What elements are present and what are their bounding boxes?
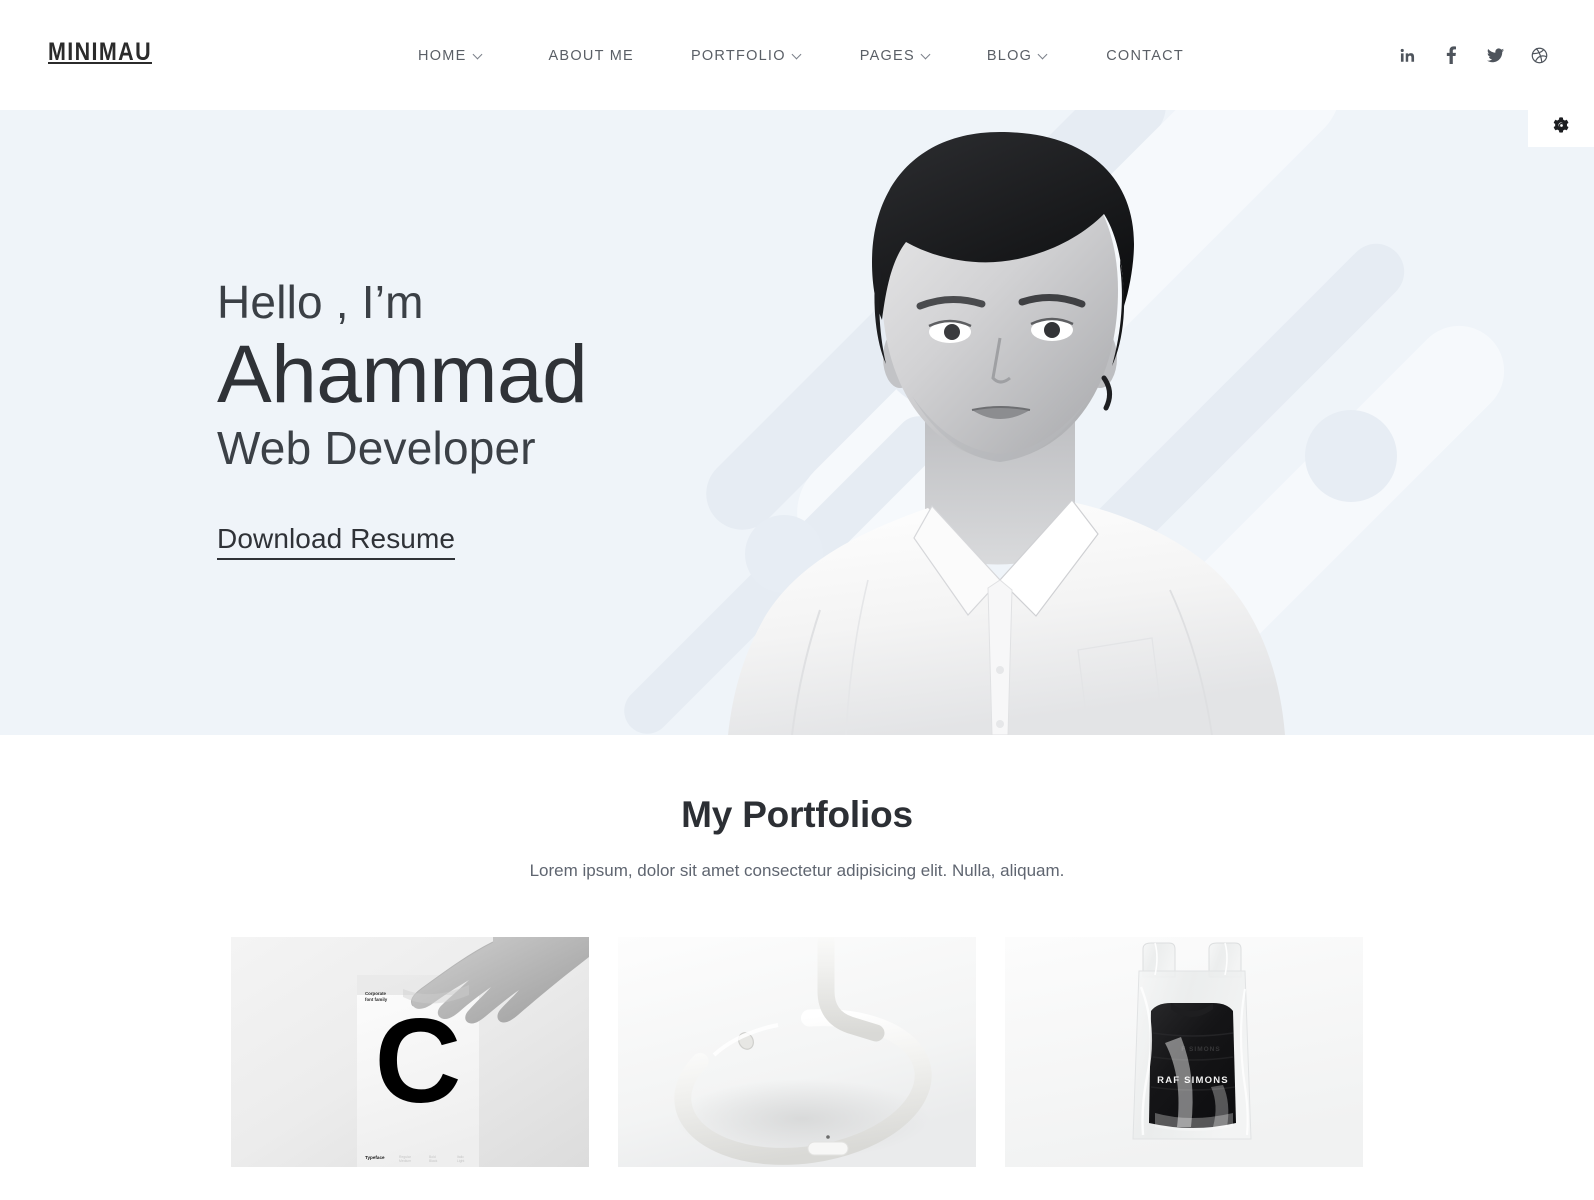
chevron-down-icon — [1039, 50, 1048, 59]
main-navigation: HOME ABOUT ME PORTFOLIO PAGES BLOG CONTA… — [418, 45, 1184, 67]
download-resume-link[interactable]: Download Resume — [217, 523, 456, 561]
hero-section: Hello , I’m Ahammad Web Developer Downlo… — [0, 110, 1594, 735]
nav-item-about-me[interactable]: ABOUT ME — [549, 45, 634, 67]
svg-text:F SIMONS: F SIMONS — [1181, 1046, 1220, 1053]
nav-item-blog[interactable]: BLOG — [987, 45, 1048, 67]
portfolio-title: My Portfolios — [681, 794, 913, 835]
nav-label: HOME — [418, 48, 467, 64]
nav-item-home[interactable]: HOME — [418, 45, 483, 67]
gear-icon-glyph — [1553, 117, 1569, 133]
hero-content: Hello , I’m Ahammad Web Developer Downlo… — [217, 275, 588, 561]
nav-label: BLOG — [986, 48, 1033, 64]
hero-name: Ahammad — [217, 329, 588, 421]
dribbble-icon[interactable] — [1528, 43, 1550, 67]
nav-label: PAGES — [859, 48, 915, 64]
chevron-down-icon — [922, 50, 931, 59]
nav-item-contact[interactable]: CONTACT — [1106, 45, 1184, 67]
chevron-down-icon — [474, 50, 483, 59]
nav-label: CONTACT — [1106, 48, 1184, 64]
portfolio-section: My Portfolios Lorem ipsum, dolor sit ame… — [0, 735, 1594, 1168]
social-links — [1396, 43, 1550, 67]
twitter-icon[interactable] — [1484, 43, 1506, 67]
site-header: MINIMAU HOME ABOUT ME PORTFOLIO PAGES BL… — [0, 0, 1594, 110]
portfolio-card-white-product[interactable] — [618, 937, 976, 1168]
svg-text:Black: Black — [429, 1159, 438, 1163]
svg-text:Medium: Medium — [399, 1159, 411, 1163]
site-logo[interactable]: MINIMAU — [48, 40, 152, 65]
portfolio-card-raf-simons[interactable]: RAF SIMONS F SIMONS — [1005, 937, 1363, 1168]
portfolio-grid: Corporate font family Display Sans 2019 … — [0, 937, 1594, 1168]
nav-label: ABOUT ME — [548, 48, 634, 64]
svg-text:RAF SIMONS: RAF SIMONS — [1157, 1075, 1229, 1086]
chevron-down-icon — [793, 50, 802, 59]
portfolio-card-typography-poster[interactable]: Corporate font family Display Sans 2019 … — [231, 937, 589, 1168]
hero-role: Web Developer — [217, 422, 536, 475]
facebook-icon[interactable] — [1440, 43, 1462, 67]
portfolio-subtitle: Lorem ipsum, dolor sit amet consectetur … — [529, 861, 1065, 881]
nav-item-portfolio[interactable]: PORTFOLIO — [691, 45, 802, 67]
linkedin-icon[interactable] — [1396, 43, 1418, 67]
hero-portrait-photo — [700, 110, 1320, 735]
svg-text:Light: Light — [457, 1159, 464, 1163]
nav-item-pages[interactable]: PAGES — [860, 45, 931, 67]
nav-label: PORTFOLIO — [690, 48, 786, 64]
settings-toggle-button[interactable] — [1528, 103, 1594, 147]
hero-greeting: Hello , I’m — [217, 276, 424, 328]
svg-text:Typeface: Typeface — [365, 1155, 385, 1160]
